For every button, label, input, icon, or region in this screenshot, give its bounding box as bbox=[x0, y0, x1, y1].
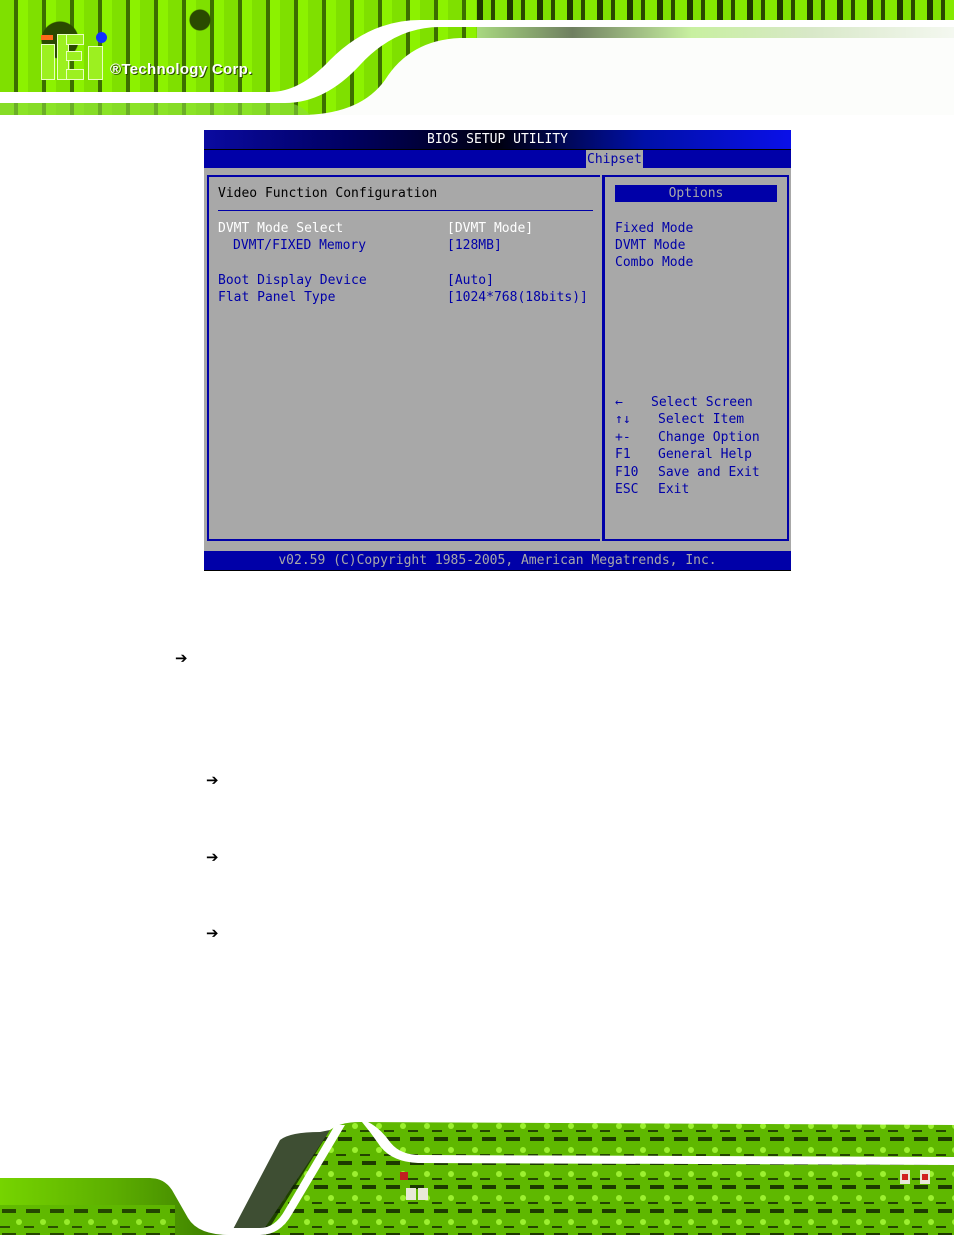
f10-key-label: F10 bbox=[615, 465, 639, 480]
option-combo-mode[interactable]: Combo Mode bbox=[615, 254, 693, 271]
logo-letter-i2 bbox=[88, 46, 103, 80]
up-down-arrow-key-icon: ↑↓ bbox=[615, 412, 631, 427]
bullet-arrow-icon: ➔ bbox=[175, 649, 188, 667]
option-dvmt-mode[interactable]: DVMT Mode bbox=[615, 237, 685, 254]
help-select-item: Select Item bbox=[658, 412, 745, 427]
tab-chipset[interactable]: Chipset bbox=[586, 150, 643, 168]
logo-text: ®Technology Corp. bbox=[110, 61, 253, 78]
bios-screenshot: BIOS SETUP UTILITY Chipset Video Functio… bbox=[204, 130, 791, 571]
left-arrow-key-icon: ← bbox=[615, 395, 623, 410]
footer-pcb-graphic bbox=[0, 1122, 954, 1235]
bullet-arrow-icon: ➔ bbox=[206, 771, 219, 789]
setting-flat-panel-type[interactable]: Flat Panel Type bbox=[218, 289, 335, 306]
setting-dvmt-fixed-memory[interactable]: DVMT/FIXED Memory bbox=[233, 237, 366, 254]
options-header: Options bbox=[615, 185, 777, 202]
section-title: Video Function Configuration bbox=[218, 186, 438, 201]
section-divider bbox=[218, 210, 593, 211]
help-general-help: General Help bbox=[658, 447, 752, 462]
logo-orange-dot bbox=[41, 35, 53, 40]
help-select-screen: Select Screen bbox=[651, 395, 753, 410]
help-save-and-exit: Save and Exit bbox=[658, 465, 760, 480]
company-logo: ®Technology Corp. bbox=[38, 28, 253, 80]
f1-key-label: F1 bbox=[615, 447, 631, 462]
setting-boot-display-device-value[interactable]: [Auto] bbox=[447, 272, 494, 289]
logo-blue-dot bbox=[96, 32, 107, 43]
iei-logo-mark bbox=[38, 30, 107, 80]
bios-copyright-footer: v02.59 (C)Copyright 1985-2005, American … bbox=[204, 551, 791, 571]
page-footer-banner bbox=[0, 1110, 954, 1235]
option-fixed-mode[interactable]: Fixed Mode bbox=[615, 220, 693, 237]
logo-letter-e-top bbox=[66, 34, 84, 45]
logo-letter-e-mid bbox=[66, 51, 82, 61]
bios-menu-bar: Chipset bbox=[204, 150, 791, 168]
bullet-arrow-icon: ➔ bbox=[206, 924, 219, 942]
logo-letter-e-bottom bbox=[66, 69, 84, 80]
bullet-arrow-icon: ➔ bbox=[206, 848, 219, 866]
plus-minus-key-icon: +- bbox=[615, 430, 631, 445]
esc-key-label: ESC bbox=[615, 482, 639, 497]
setting-dvmt-fixed-memory-value[interactable]: [128MB] bbox=[447, 237, 502, 254]
setting-flat-panel-type-value[interactable]: [1024*768(18bits)] bbox=[447, 289, 588, 306]
setting-dvmt-mode-select-value[interactable]: [DVMT Mode] bbox=[447, 220, 533, 237]
page-header-banner: ®Technology Corp. bbox=[0, 0, 954, 115]
setting-dvmt-mode-select[interactable]: DVMT Mode Select bbox=[218, 220, 343, 237]
help-change-option: Change Option bbox=[658, 430, 760, 445]
help-exit: Exit bbox=[658, 482, 690, 497]
bios-title-bar: BIOS SETUP UTILITY bbox=[204, 130, 791, 150]
logo-letter-i bbox=[41, 44, 55, 80]
setting-boot-display-device[interactable]: Boot Display Device bbox=[218, 272, 367, 289]
